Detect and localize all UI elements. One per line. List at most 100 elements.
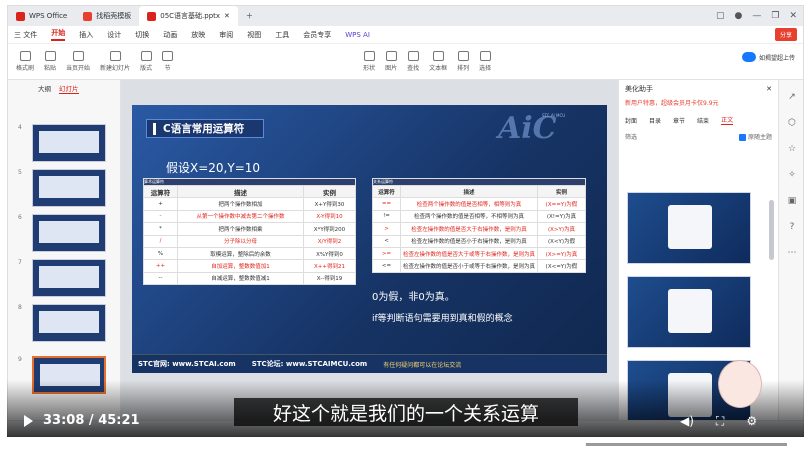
help-icon[interactable]: ?	[790, 222, 795, 232]
menu-transition[interactable]: 切换	[135, 30, 149, 40]
format-painter-button[interactable]: 格式刷	[16, 51, 34, 72]
description-cell: 把两个操作数相加	[177, 197, 304, 211]
close-window-icon[interactable]: ✕	[789, 11, 797, 21]
brush-icon	[19, 51, 31, 61]
arrange-button[interactable]: 排列	[457, 51, 469, 72]
operator-cell: --	[143, 271, 178, 286]
more-icon[interactable]: ⋯	[788, 248, 797, 258]
operator-cell: >=	[372, 246, 401, 261]
menu-animation[interactable]: 动画	[163, 30, 177, 40]
docer-logo-icon	[83, 11, 93, 21]
shape-button[interactable]: 形状	[363, 51, 375, 72]
section-button[interactable]: 节	[162, 51, 174, 72]
operator-cell: >	[372, 222, 401, 236]
current-time: 33:08	[43, 413, 85, 428]
tab-template[interactable]: 找稻壳模板	[75, 6, 139, 26]
tab-slides[interactable]: 幻灯片	[59, 83, 79, 94]
follow-theme-checkbox[interactable]: 原随主题	[738, 132, 772, 141]
tab-body[interactable]: 正文	[721, 115, 734, 125]
wps-window: WPS Office 找稻壳模板 05C语言基础.pptx ✕ ＋ ▢ ● — ❐…	[7, 5, 804, 437]
close-icon[interactable]: ✕	[766, 85, 772, 93]
tab-outline[interactable]: 大纲	[38, 83, 51, 93]
progress-bar[interactable]	[23, 440, 787, 449]
progress-handle[interactable]	[577, 440, 587, 449]
select-button[interactable]: 选择	[479, 51, 491, 72]
table-row: == 检查两个操作数的值是否相等，相等则为真 (X==Y)为假	[372, 197, 586, 211]
tab-cover[interactable]: 封面	[625, 116, 637, 125]
settings-icon[interactable]: ⚙	[746, 414, 757, 429]
avatar[interactable]: ●	[735, 11, 743, 21]
menu-wps-ai[interactable]: WPS AI	[345, 31, 370, 39]
shape-icon[interactable]: ⬡	[788, 118, 796, 128]
ribbon-label: 选择	[479, 65, 492, 72]
share-button[interactable]: 分享	[774, 28, 797, 41]
example-cell: X%Y得到0	[303, 246, 356, 261]
promo-text[interactable]: 新用户特惠，超级会员月卡仅9.9元	[619, 98, 778, 112]
arrow-up-icon[interactable]: ↗	[788, 92, 796, 102]
relational-operator-table: 关系运算符 运算符 描述 实例 == 检查两个操作数的值是否相等，相等则为真 (X=…	[372, 178, 586, 273]
menu-view[interactable]: 视图	[247, 30, 261, 40]
ribbon-label: 排列	[457, 65, 470, 72]
example-cell: X*Y得到200	[303, 222, 356, 236]
template-card[interactable]	[627, 192, 751, 264]
close-icon[interactable]: ✕	[224, 12, 230, 20]
theme-icon[interactable]: ▣	[788, 196, 797, 206]
ribbon-label: 版式	[140, 65, 153, 72]
template-card[interactable]	[627, 276, 751, 348]
column-header: 运算符	[143, 184, 178, 199]
find-button[interactable]: 查找	[407, 51, 419, 72]
thumbnail-image	[32, 124, 106, 162]
window-layout-icon[interactable]: ▢	[716, 11, 725, 21]
menu-insert[interactable]: 插入	[79, 30, 93, 40]
filter-button[interactable]: 筛选	[625, 132, 637, 141]
footer-forum: STC论坛: www.STCAIMCU.com	[251, 360, 368, 368]
footer-website: STC官网: www.STCAI.com	[138, 360, 236, 368]
minimize-icon[interactable]: —	[752, 11, 761, 21]
layout-button[interactable]: 版式	[140, 51, 152, 72]
tab-end[interactable]: 结束	[697, 116, 709, 125]
menu-design[interactable]: 设计	[107, 30, 121, 40]
picture-button[interactable]: 图片	[385, 51, 397, 72]
operator-cell: -	[143, 209, 178, 224]
volume-icon[interactable]: ◀)	[680, 414, 694, 429]
menu-file[interactable]: 三 文件	[14, 30, 37, 40]
menu-member[interactable]: 会员专享	[303, 30, 331, 40]
scrollbar[interactable]	[769, 200, 774, 260]
slide-number: 8	[18, 304, 22, 311]
slide-thumbnail[interactable]: 6	[18, 214, 118, 256]
play-icon[interactable]	[24, 414, 33, 427]
cloud-upload-button[interactable]: 如揭望超上传	[741, 52, 795, 62]
description-cell: 检查两个操作数的值是否相等，相等则为真	[400, 197, 538, 211]
tab-toc[interactable]: 目录	[649, 116, 661, 125]
fullscreen-icon[interactable]: ⛶	[716, 414, 724, 429]
ppt-file-icon	[147, 11, 157, 21]
new-tab-button[interactable]: ＋	[238, 6, 261, 26]
tab-wps-office[interactable]: WPS Office	[8, 6, 75, 26]
paste-button[interactable]: 粘贴	[44, 51, 56, 72]
tab-label: 找稻壳模板	[96, 12, 132, 20]
template-tabs: 封面 目录 章节 结束 正文	[619, 112, 778, 128]
animation-icon[interactable]: ☆	[788, 144, 796, 154]
arithmetic-operator-table: 算术运算符 运算符 描述 实例 + 把两个操作数相加 X+Y得到30- 从第一个操作数…	[143, 178, 356, 286]
current-slide[interactable]: C语言常用运算符 AiC STC AI MCU 假设X=20,Y=10 算术运算…	[132, 105, 607, 373]
textbox-button[interactable]: 文本框	[429, 51, 447, 72]
play-from-current-button[interactable]: 当页开始	[66, 51, 90, 72]
checkbox-icon	[738, 133, 746, 141]
slide-thumbnail[interactable]: 8	[18, 304, 118, 346]
new-slide-button[interactable]: 新建幻灯片	[100, 51, 130, 72]
magic-icon[interactable]: ✧	[788, 170, 796, 180]
slide-thumbnail[interactable]: 5	[18, 169, 118, 211]
slide-number: 4	[18, 124, 22, 131]
tab-chapter[interactable]: 章节	[673, 116, 685, 125]
video-frame: WPS Office 找稻壳模板 05C语言基础.pptx ✕ ＋ ▢ ● — ❐…	[0, 0, 812, 458]
slide-number: 7	[18, 259, 22, 266]
menu-review[interactable]: 审阅	[219, 30, 233, 40]
menu-home[interactable]: 开始	[51, 28, 66, 41]
description-cell: 分子除以分母	[177, 234, 304, 248]
menu-tools[interactable]: 工具	[275, 30, 289, 40]
slide-thumbnail[interactable]: 4	[18, 124, 118, 166]
restore-icon[interactable]: ❐	[771, 11, 779, 21]
slide-thumbnail[interactable]: 7	[18, 259, 118, 301]
tab-document[interactable]: 05C语言基础.pptx ✕	[139, 6, 238, 26]
menu-slideshow[interactable]: 放映	[191, 30, 205, 40]
